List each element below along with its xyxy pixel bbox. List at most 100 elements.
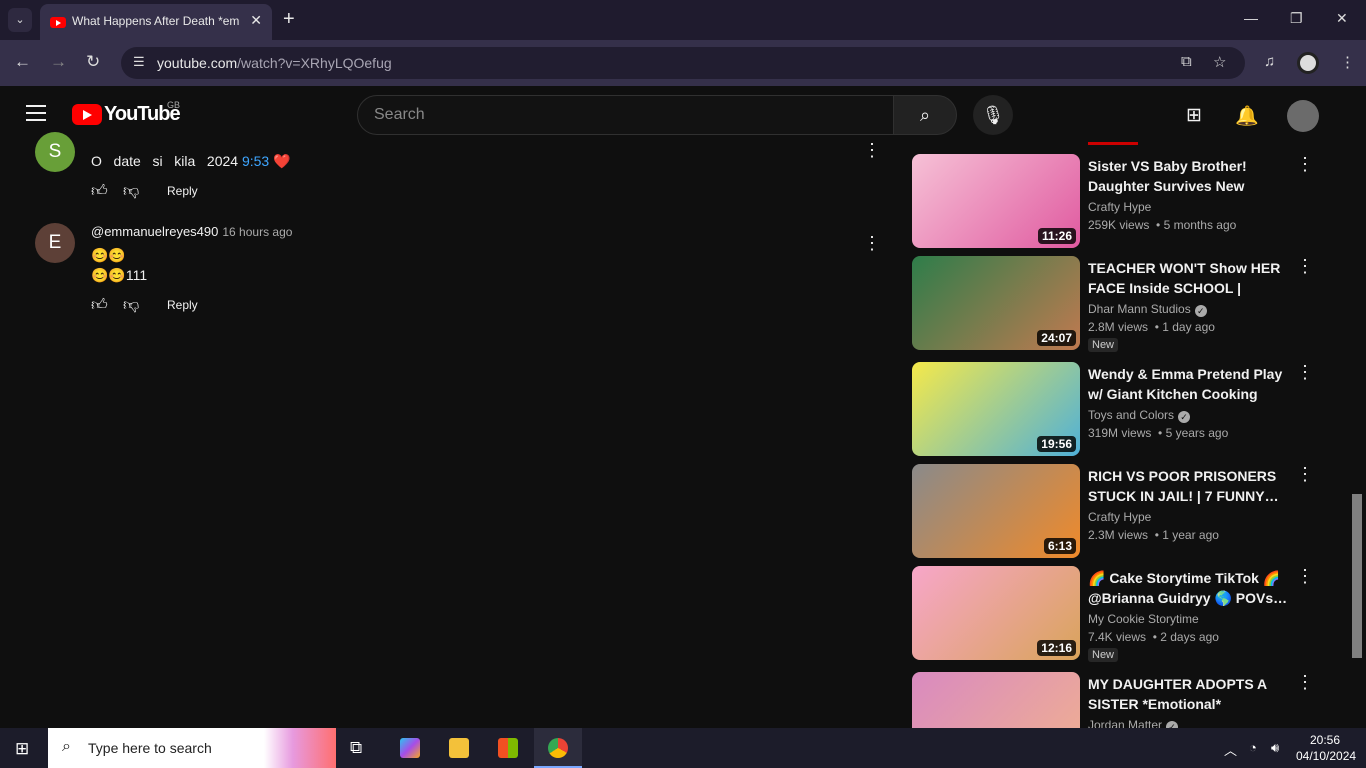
video-title[interactable]: Wendy & Emma Pretend Play w/ Giant Kitch…: [1088, 364, 1288, 404]
address-bar[interactable]: ☰ youtube.com/watch?v=XRhyLQOefug ⧉ ☆: [121, 47, 1245, 79]
back-button[interactable]: ←: [14, 52, 31, 72]
channel-name[interactable]: Crafty Hype: [1088, 510, 1151, 524]
minimize-button[interactable]: —: [1244, 10, 1258, 26]
like-icon[interactable]: 👍︎: [91, 182, 108, 201]
voice-search-button[interactable]: 🎙: [973, 95, 1013, 135]
recommended-video[interactable]: 6:13 RICH VS POOR PRISONERS STUCK IN JAIL…: [912, 464, 1314, 558]
chrome-icon: [548, 738, 568, 758]
progress-bar: [1088, 142, 1138, 145]
windows-taskbar: ⊞ ⌕ Type here to search ⧉: [0, 728, 1366, 768]
video-meta: 259K views • 5 months ago: [1088, 218, 1237, 232]
youtube-favicon-icon: [50, 17, 66, 28]
task-view-icon[interactable]: ⧉: [350, 738, 362, 758]
video-meta: 2.3M views • 1 year ago: [1088, 528, 1219, 542]
account-avatar[interactable]: [1287, 100, 1319, 132]
media-control-icon[interactable]: ♫: [1264, 53, 1275, 70]
channel-name[interactable]: Crafty Hype: [1088, 200, 1151, 214]
commenter-avatar[interactable]: E: [35, 223, 75, 263]
video-thumbnail[interactable]: 19:56: [912, 362, 1080, 456]
video-menu-icon[interactable]: ⋮: [1296, 154, 1314, 175]
browser-tab[interactable]: What Happens After Death *em ✕: [40, 4, 272, 40]
comment-menu-icon[interactable]: ⋮: [863, 140, 881, 161]
like-icon[interactable]: 👍︎: [91, 296, 108, 315]
new-tab-button[interactable]: +: [283, 8, 295, 31]
video-menu-icon[interactable]: ⋮: [1296, 464, 1314, 485]
page-scrollbar[interactable]: [1350, 86, 1366, 728]
chrome-taskbar-button[interactable]: [534, 728, 582, 768]
taskbar-search-box[interactable]: ⌕ Type here to search: [48, 728, 336, 768]
reload-button[interactable]: ↻: [86, 52, 100, 72]
comment-text: O date si kila 2024 9:53 ❤️: [91, 153, 291, 169]
recommended-video[interactable]: 19:56 Wendy & Emma Pretend Play w/ Giant …: [912, 362, 1314, 456]
install-app-icon[interactable]: ⧉: [1181, 53, 1192, 70]
channel-name[interactable]: Toys and Colors ✓: [1088, 408, 1191, 423]
copilot-icon[interactable]: [400, 738, 420, 758]
browser-profile-avatar[interactable]: [1297, 52, 1319, 74]
verified-badge-icon: ✓: [1194, 305, 1207, 317]
comment-author: @emmanuelreyes490 16 hours ago: [91, 224, 293, 239]
show-hidden-icons[interactable]: ︿: [1224, 740, 1237, 759]
video-duration: 11:26: [1037, 228, 1076, 244]
new-badge: New: [1088, 648, 1119, 662]
recommended-video[interactable]: 11:26 Sister VS Baby Brother! Daughter Su…: [912, 154, 1314, 248]
search-icon: ⌕: [62, 738, 71, 755]
dislike-icon[interactable]: 👎︎: [123, 296, 139, 315]
video-thumbnail[interactable]: 24:07: [912, 256, 1080, 350]
video-menu-icon[interactable]: ⋮: [1296, 362, 1314, 383]
create-video-icon[interactable]: ⊞: [1186, 104, 1202, 127]
comment-timestamp-link[interactable]: 9:53: [242, 153, 269, 169]
video-title[interactable]: Sister VS Baby Brother! Daughter Survive…: [1088, 156, 1288, 196]
comment-menu-icon[interactable]: ⋮: [863, 233, 881, 254]
video-title[interactable]: RICH VS POOR PRISONERS STUCK IN JAIL! | …: [1088, 466, 1288, 506]
search-input[interactable]: Search: [357, 95, 894, 135]
search-button[interactable]: ⌕: [893, 95, 957, 135]
video-menu-icon[interactable]: ⋮: [1296, 566, 1314, 587]
recommended-video[interactable]: 12:16 🌈 Cake Storytime TikTok 🌈 @Brianna …: [912, 566, 1314, 662]
channel-name[interactable]: Dhar Mann Studios ✓: [1088, 302, 1207, 317]
url-text[interactable]: youtube.com/watch?v=XRhyLQOefug: [157, 55, 392, 71]
bookmark-star-icon[interactable]: ☆: [1213, 53, 1226, 71]
windows-start-icon[interactable]: ⊞: [15, 739, 29, 759]
recommended-video[interactable]: 24:07 TEACHER WON'T Show HER FACE Inside …: [912, 256, 1314, 352]
video-duration: 19:56: [1037, 436, 1076, 452]
notifications-bell-icon[interactable]: 🔔: [1235, 104, 1259, 128]
commenter-avatar[interactable]: S: [35, 132, 75, 172]
video-title[interactable]: MY DAUGHTER ADOPTS A SISTER *Emotional*: [1088, 674, 1288, 714]
comment-time[interactable]: 16 hours ago: [222, 225, 292, 239]
channel-name[interactable]: Jordan Matter ✓: [1088, 718, 1179, 728]
volume-icon[interactable]: 🔊︎: [1271, 740, 1279, 756]
network-icon[interactable]: ◔: [1249, 740, 1257, 755]
microsoft-store-icon[interactable]: [498, 738, 518, 758]
site-info-icon[interactable]: ☰: [133, 54, 145, 70]
tab-search-button[interactable]: ⌄: [8, 8, 32, 32]
youtube-logo-icon[interactable]: [72, 104, 102, 125]
video-meta: 319M views • 5 years ago: [1088, 426, 1229, 440]
scrollbar-thumb[interactable]: [1352, 494, 1362, 658]
video-menu-icon[interactable]: ⋮: [1296, 256, 1314, 277]
reply-button[interactable]: Reply: [167, 184, 198, 198]
video-thumbnail[interactable]: 6:13: [912, 464, 1080, 558]
video-title[interactable]: 🌈 Cake Storytime TikTok 🌈 @Brianna Guidr…: [1088, 568, 1288, 608]
channel-name[interactable]: My Cookie Storytime: [1088, 612, 1199, 626]
video-thumbnail[interactable]: [912, 672, 1080, 728]
microphone-icon: 🎙: [981, 105, 1005, 125]
close-window-button[interactable]: ✕: [1336, 10, 1348, 27]
browser-menu-icon[interactable]: ⋮: [1340, 53, 1355, 71]
dislike-icon[interactable]: 👎︎: [123, 182, 139, 201]
video-thumbnail[interactable]: 12:16: [912, 566, 1080, 660]
video-title[interactable]: TEACHER WON'T Show HER FACE Inside SCHOO…: [1088, 258, 1288, 298]
system-clock[interactable]: 20:56 04/10/2024: [1296, 732, 1356, 764]
reply-button[interactable]: Reply: [167, 298, 198, 312]
video-duration: 6:13: [1043, 538, 1076, 554]
recommended-video[interactable]: MY DAUGHTER ADOPTS A SISTER *Emotional* J…: [912, 672, 1312, 728]
file-explorer-icon[interactable]: [449, 738, 469, 758]
video-duration: 12:16: [1037, 640, 1076, 656]
tab-title: What Happens After Death *em: [72, 14, 240, 28]
video-menu-icon[interactable]: ⋮: [1296, 672, 1312, 693]
menu-icon[interactable]: [26, 105, 46, 126]
video-duration: 24:07: [1037, 330, 1076, 346]
close-tab-icon[interactable]: ✕: [250, 12, 262, 29]
restore-button[interactable]: ❐: [1290, 10, 1303, 27]
video-thumbnail[interactable]: 11:26: [912, 154, 1080, 248]
forward-button[interactable]: →: [50, 52, 67, 72]
